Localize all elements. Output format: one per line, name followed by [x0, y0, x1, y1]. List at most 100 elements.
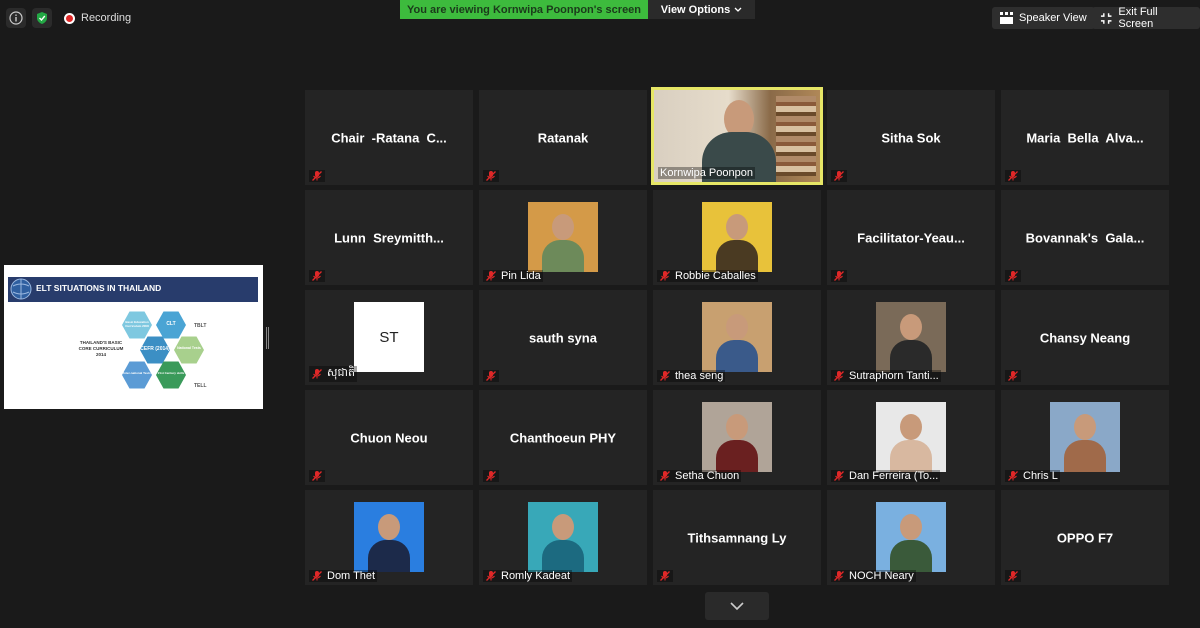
muted-mic-icon	[1008, 171, 1018, 181]
participant-tile[interactable]: Chair -Ratana C...	[305, 90, 473, 185]
participant-label: thea seng	[657, 370, 726, 382]
shared-screen[interactable]: ELT SITUATIONS IN THAILAND THAILAND'S BA…	[4, 265, 263, 409]
participant-tile[interactable]: Chanthoeun PHY	[479, 390, 647, 485]
muted-mic-icon	[660, 571, 670, 581]
participant-tile[interactable]: Bovannak's Gala...	[1001, 190, 1169, 285]
meeting-info-button[interactable]	[6, 8, 26, 28]
participant-tile[interactable]: OPPO F7	[1001, 490, 1169, 585]
speaker-view-button[interactable]: Speaker View	[992, 7, 1095, 29]
meeting-window: Recording You are viewing Kornwipa Poonp…	[0, 0, 1200, 628]
participant-tile[interactable]: Chris L	[1001, 390, 1169, 485]
participant-tile[interactable]: Chuon Neou	[305, 390, 473, 485]
participant-label	[309, 270, 325, 282]
participant-label: Dom Thet	[309, 570, 378, 582]
participant-name: Facilitator-Yeau...	[857, 230, 965, 245]
participant-tile[interactable]: ST សុជាតិ	[305, 290, 473, 385]
hex-clt: CLT	[156, 311, 186, 339]
slide-title: ELT SITUATIONS IN THAILAND	[36, 283, 162, 293]
avatar	[702, 302, 772, 372]
participant-tile[interactable]: Dom Thet	[305, 490, 473, 585]
participant-label: Pin Lida	[483, 270, 543, 282]
participant-tile[interactable]: thea seng	[653, 290, 821, 385]
participant-label: Dan Ferreira (To...	[831, 470, 941, 482]
participant-tile[interactable]: Sutraphorn Tanti...	[827, 290, 995, 385]
muted-mic-icon	[1008, 571, 1018, 581]
participant-label	[1005, 370, 1021, 382]
muted-mic-icon	[834, 471, 844, 481]
participant-tile[interactable]: Romly Kadeat	[479, 490, 647, 585]
avatar	[528, 202, 598, 272]
avatar: ST	[354, 302, 424, 372]
participant-tile[interactable]: Sitha Sok	[827, 90, 995, 185]
participant-name: Sitha Sok	[881, 130, 941, 145]
exit-fullscreen-button[interactable]: Exit Full Screen	[1092, 6, 1200, 30]
muted-mic-icon	[834, 571, 844, 581]
expand-toolbar-button[interactable]	[705, 592, 769, 620]
participant-tile[interactable]: sauth syna	[479, 290, 647, 385]
record-icon	[64, 12, 75, 24]
participant-display-name: Sutraphorn Tanti...	[849, 370, 939, 382]
participant-tile[interactable]: Ratanak	[479, 90, 647, 185]
hex-national-tests: National Tests	[174, 336, 204, 364]
participant-label: Kornwipa Poonpon	[658, 167, 755, 179]
participant-tile[interactable]: Pin Lida	[479, 190, 647, 285]
avatar	[702, 402, 772, 472]
participant-display-name: NOCH Neary	[849, 570, 914, 582]
participant-display-name: Chris L	[1023, 470, 1058, 482]
participant-display-name: Dan Ferreira (To...	[849, 470, 939, 482]
hex-international-tests: Inter-national Tests	[122, 361, 152, 389]
participant-display-name: Pin Lida	[501, 270, 541, 282]
participant-tile[interactable]: Kornwipa Poonpon	[651, 87, 823, 185]
participant-tile[interactable]: Tithsamnang Ly	[653, 490, 821, 585]
avatar	[876, 502, 946, 572]
participant-tile[interactable]: Chansy Neang	[1001, 290, 1169, 385]
panel-resize-handle[interactable]	[266, 327, 269, 349]
view-options-button[interactable]: View Options	[648, 0, 755, 19]
muted-mic-icon	[312, 471, 322, 481]
muted-mic-icon	[486, 571, 496, 581]
hex-21st-century: 21st Century skills	[156, 361, 186, 389]
exit-fullscreen-icon	[1100, 12, 1112, 24]
participant-tile[interactable]: Maria Bella Alva...	[1001, 90, 1169, 185]
participant-display-name: Robbie Caballes	[675, 270, 756, 282]
participant-display-name: Romly Kadeat	[501, 570, 571, 582]
participant-name: Chansy Neang	[1039, 330, 1131, 345]
participant-tile[interactable]: Robbie Caballes	[653, 190, 821, 285]
avatar	[528, 502, 598, 572]
chevron-down-icon	[734, 7, 742, 12]
muted-mic-icon	[486, 271, 496, 281]
avatar	[876, 402, 946, 472]
participant-name: Chuon Neou	[350, 430, 428, 445]
globe-icon	[10, 278, 32, 300]
chevron-down-icon	[730, 601, 744, 610]
muted-mic-icon	[660, 371, 670, 381]
participant-display-name: សុជាតិ	[327, 367, 355, 379]
muted-mic-icon	[312, 571, 322, 581]
muted-mic-icon	[486, 371, 496, 381]
avatar	[354, 502, 424, 572]
participant-tile[interactable]: Facilitator-Yeau...	[827, 190, 995, 285]
participant-name: OPPO F7	[1056, 530, 1114, 545]
avatar	[1050, 402, 1120, 472]
recording-label: Recording	[81, 12, 132, 24]
shield-icon	[37, 12, 47, 24]
security-button[interactable]	[32, 8, 52, 28]
participant-name: Tithsamnang Ly	[687, 530, 787, 545]
participant-tile[interactable]: Dan Ferreira (To...	[827, 390, 995, 485]
participant-name: Maria Bella Alva...	[1026, 130, 1144, 145]
participant-label	[309, 470, 325, 482]
tblt-label: TBLT	[194, 323, 207, 329]
recording-indicator[interactable]: Recording	[64, 12, 131, 24]
muted-mic-icon	[312, 171, 322, 181]
participant-tile[interactable]: Setha Chuon	[653, 390, 821, 485]
participant-label	[831, 270, 847, 282]
participant-label: Romly Kadeat	[483, 570, 573, 582]
viewing-banner: You are viewing Kornwipa Poonpon's scree…	[400, 0, 648, 19]
participant-tile[interactable]: Lunn Sreymitth...	[305, 190, 473, 285]
hex-basic-education: Basic Education Curriculum 2008	[122, 311, 152, 339]
muted-mic-icon	[1008, 471, 1018, 481]
participant-tile[interactable]: NOCH Neary	[827, 490, 995, 585]
participant-label	[1005, 570, 1021, 582]
participant-label	[483, 170, 499, 182]
muted-mic-icon	[834, 171, 844, 181]
